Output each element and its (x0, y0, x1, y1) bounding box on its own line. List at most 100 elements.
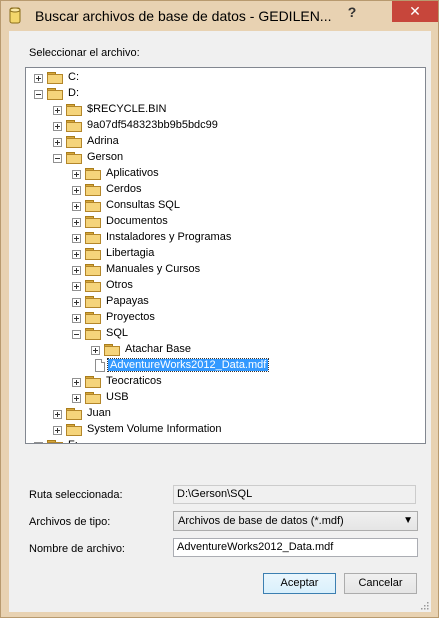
expand-icon[interactable] (72, 314, 81, 323)
expand-icon[interactable] (72, 282, 81, 291)
tree-node-label[interactable]: Papayas (104, 295, 151, 307)
folder-icon (85, 216, 101, 228)
tree-row[interactable]: F: (26, 438, 421, 443)
folder-icon (85, 280, 101, 292)
collapse-icon[interactable] (34, 90, 43, 99)
tree-node-label[interactable]: Manuales y Cursos (104, 263, 202, 275)
tree-row[interactable]: Juan (26, 406, 421, 422)
expand-icon[interactable] (72, 234, 81, 243)
tree-node-label[interactable]: Atachar Base (123, 343, 193, 355)
tree-node-label[interactable]: Gerson (85, 151, 125, 163)
tree-row[interactable]: SQL (26, 326, 421, 342)
expand-icon[interactable] (72, 266, 81, 275)
resize-grip-icon[interactable] (419, 600, 429, 610)
file-type-dropdown[interactable]: Archivos de base de datos (*.mdf) ▼ (173, 511, 418, 531)
file-type-value: Archivos de base de datos (*.mdf) (178, 515, 344, 527)
collapse-icon[interactable] (72, 330, 81, 339)
tree-row[interactable]: Gerson (26, 150, 421, 166)
collapse-icon[interactable] (53, 154, 62, 163)
tree-row[interactable]: Otros (26, 278, 421, 294)
expand-icon[interactable] (72, 170, 81, 179)
tree-row[interactable]: AdventureWorks2012_Data.mdf (26, 358, 421, 374)
tree-node-label[interactable]: System Volume Information (85, 423, 224, 435)
tree-row[interactable]: Cerdos (26, 182, 421, 198)
folder-icon (66, 120, 82, 132)
cancel-button[interactable]: Cancelar (344, 573, 417, 594)
tree-row[interactable]: Papayas (26, 294, 421, 310)
tree-row[interactable]: USB (26, 390, 421, 406)
expand-icon[interactable] (72, 218, 81, 227)
close-button[interactable]: ✕ (392, 1, 438, 22)
folder-icon (66, 152, 82, 164)
tree-node-label[interactable]: 9a07df548323bb9b5bdc99 (85, 119, 220, 131)
tree-row[interactable]: Manuales y Cursos (26, 262, 421, 278)
expand-icon[interactable] (53, 410, 62, 419)
tree-row[interactable]: Libertagia (26, 246, 421, 262)
expand-icon[interactable] (72, 202, 81, 211)
tree-node-label[interactable]: Otros (104, 279, 135, 291)
tree-row[interactable]: 9a07df548323bb9b5bdc99 (26, 118, 421, 134)
tree-row[interactable]: System Volume Information (26, 422, 421, 438)
tree-node-label[interactable]: Proyectos (104, 311, 157, 323)
tree-row[interactable]: Proyectos (26, 310, 421, 326)
folder-icon (85, 264, 101, 276)
folder-icon (85, 312, 101, 324)
folder-icon (85, 248, 101, 260)
tree-node-label[interactable]: $RECYCLE.BIN (85, 103, 168, 115)
tree-node-label[interactable]: F: (66, 439, 80, 443)
expand-icon[interactable] (72, 394, 81, 403)
tree-row[interactable]: Teocraticos (26, 374, 421, 390)
tree-node-label[interactable]: Aplicativos (104, 167, 161, 179)
tree-node-label[interactable]: Documentos (104, 215, 170, 227)
file-icon (95, 359, 105, 372)
tree-node-label[interactable]: SQL (104, 327, 130, 339)
tree-row[interactable]: Consultas SQL (26, 198, 421, 214)
tree-row[interactable]: Atachar Base (26, 342, 421, 358)
selected-path-label: Ruta seleccionada: (29, 489, 123, 501)
folder-icon (66, 104, 82, 116)
tree-row[interactable]: Instaladores y Programas (26, 230, 421, 246)
folder-icon (47, 72, 63, 84)
tree-row[interactable]: Documentos (26, 214, 421, 230)
folder-icon (85, 168, 101, 180)
dialog-body: Seleccionar el archivo: C: D: $RECYCLE.BIN… (9, 31, 431, 612)
tree-node-label[interactable]: D: (66, 87, 81, 99)
expand-icon[interactable] (53, 426, 62, 435)
expand-icon[interactable] (53, 138, 62, 147)
expand-icon[interactable] (72, 250, 81, 259)
expand-icon[interactable] (34, 442, 43, 443)
file-tree[interactable]: C: D: $RECYCLE.BIN 9a07df548323bb9b5bdc99 Ad… (25, 67, 426, 444)
folder-icon (66, 136, 82, 148)
file-name-input[interactable]: AdventureWorks2012_Data.mdf (173, 538, 418, 557)
tree-node-label[interactable]: AdventureWorks2012_Data.mdf (106, 358, 270, 372)
tree-row[interactable]: Adrina (26, 134, 421, 150)
expand-icon[interactable] (72, 298, 81, 307)
expand-icon[interactable] (53, 122, 62, 131)
tree-node-label[interactable]: USB (104, 391, 131, 403)
accept-button[interactable]: Aceptar (263, 573, 336, 594)
expand-icon[interactable] (34, 74, 43, 83)
tree-row[interactable]: C: (26, 70, 421, 86)
tree-node-label[interactable]: Libertagia (104, 247, 156, 259)
tree-node-label[interactable]: Teocraticos (104, 375, 164, 387)
tree-node-label[interactable]: Juan (85, 407, 113, 419)
tree-row[interactable]: Aplicativos (26, 166, 421, 182)
tree-node-label[interactable]: Instaladores y Programas (104, 231, 233, 243)
help-button[interactable]: ? (337, 1, 367, 23)
tree-row[interactable]: $RECYCLE.BIN (26, 102, 421, 118)
expand-icon[interactable] (72, 378, 81, 387)
chevron-down-icon: ▼ (403, 515, 413, 526)
title-bar[interactable]: Buscar archivos de base de datos - GEDIL… (1, 1, 438, 31)
tree-node-label[interactable]: Consultas SQL (104, 199, 182, 211)
expand-icon[interactable] (53, 106, 62, 115)
tree-node-label[interactable]: Adrina (85, 135, 121, 147)
tree-node-label[interactable]: C: (66, 71, 81, 83)
file-type-label: Archivos de tipo: (29, 516, 111, 528)
expand-icon[interactable] (72, 186, 81, 195)
folder-icon (85, 232, 101, 244)
tree-row[interactable]: D: (26, 86, 421, 102)
expand-icon[interactable] (91, 346, 100, 355)
tree-node-label[interactable]: Cerdos (104, 183, 143, 195)
file-name-label: Nombre de archivo: (29, 543, 125, 555)
folder-icon (66, 424, 82, 436)
